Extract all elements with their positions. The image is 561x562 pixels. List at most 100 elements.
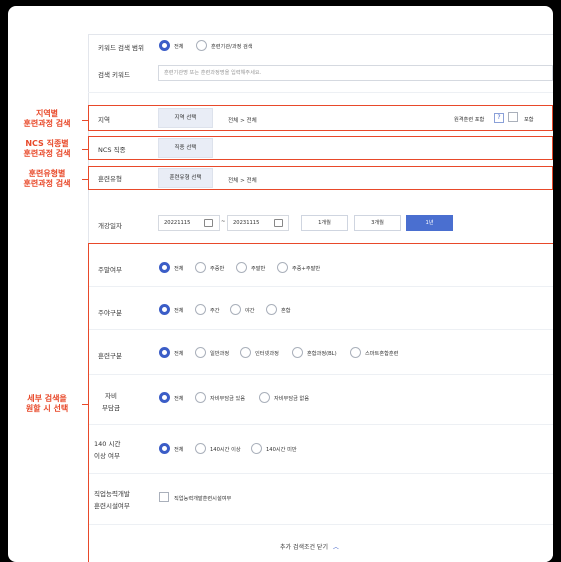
daynight-label: 주야구분 — [98, 309, 122, 317]
training-kind-blended-label: 혼합과정(BL) — [307, 351, 337, 357]
divider — [89, 374, 553, 375]
date-range-tilde: ~ — [221, 219, 226, 225]
training-type-value: 전체 > 전체 — [228, 178, 257, 184]
region-select-button[interactable]: 지역 선택 — [158, 108, 213, 128]
weekend-both-label: 주중+주말반 — [292, 266, 321, 272]
annotation-line: 훈련과정 검색 — [23, 119, 71, 128]
daynight-day-label: 주간 — [210, 308, 220, 314]
remote-include-label: 포함 — [524, 117, 534, 123]
divider — [89, 524, 553, 525]
keyword-scope-institution-radio[interactable] — [196, 40, 207, 51]
keyword-scope-all-label: 전체 — [174, 44, 184, 50]
connector-line — [82, 120, 88, 121]
hours140-label-line: 140 시간 — [94, 440, 121, 448]
daynight-all-radio[interactable] — [159, 304, 170, 315]
self-pay-yes-label: 자비부담금 있음 — [210, 396, 246, 402]
start-date-label: 개강일자 — [98, 222, 122, 230]
self-pay-label-line: 자비 — [105, 392, 117, 400]
hours140-under-label: 140시간 미만 — [266, 447, 297, 453]
connector-line — [82, 179, 88, 180]
region-annotation: 지역별 훈련과정 검색 — [8, 109, 86, 129]
hours140-under-radio[interactable] — [251, 443, 262, 454]
training-kind-general-label: 일반과정 — [210, 351, 230, 357]
ncs-select-button[interactable]: 직종 선택 — [158, 138, 213, 158]
connector-line — [82, 149, 88, 150]
chevron-up-icon: ︿ — [332, 544, 339, 551]
training-kind-general-radio[interactable] — [195, 347, 206, 358]
period-3-month-button[interactable]: 3개월 — [354, 215, 401, 231]
daynight-night-radio[interactable] — [230, 304, 241, 315]
facility-label-line: 훈련시설여부 — [94, 502, 130, 510]
divider — [89, 424, 553, 425]
self-pay-yes-radio[interactable] — [195, 392, 206, 403]
self-pay-label-line: 부담금 — [102, 404, 120, 412]
training-type-select-button[interactable]: 훈련유형 선택 — [158, 168, 213, 188]
training-kind-blended-radio[interactable] — [292, 347, 303, 358]
start-date-to-value: 20231115 — [233, 220, 260, 226]
daynight-all-label: 전체 — [174, 308, 184, 314]
period-1-year-button[interactable]: 1년 — [406, 215, 453, 231]
hours140-label: 140 시간 이상 여부 — [94, 438, 120, 460]
hours140-over-label: 140시간 이상 — [210, 447, 241, 453]
training-kind-internet-radio[interactable] — [240, 347, 251, 358]
screenshot-frame: 키워드 검색 범위 전체 훈련기관/과정 검색 검색 키워드 훈련기관명 또는 … — [8, 6, 553, 562]
facility-checkbox-label: 직업능력개발훈련시설여부 — [174, 496, 232, 502]
connector-line — [82, 404, 88, 405]
annotation-line: 원할 시 선택 — [25, 404, 69, 413]
weekend-label: 주말여부 — [98, 266, 122, 274]
weekend-all-radio[interactable] — [159, 262, 170, 273]
weekend-weekend-radio[interactable] — [236, 262, 247, 273]
annotation-line: 훈련유형별 — [28, 169, 66, 178]
self-pay-all-radio[interactable] — [159, 392, 170, 403]
weekend-weekday-radio[interactable] — [195, 262, 206, 273]
daynight-night-label: 야간 — [245, 308, 255, 314]
weekend-weekend-label: 주말반 — [251, 266, 266, 272]
hours140-over-radio[interactable] — [195, 443, 206, 454]
keyword-scope-label: 키워드 검색 범위 — [98, 44, 144, 52]
remote-training-label: 원격훈련 포함 — [454, 117, 485, 123]
hours140-all-radio[interactable] — [159, 443, 170, 454]
weekend-both-radio[interactable] — [277, 262, 288, 273]
facility-checkbox[interactable] — [159, 492, 169, 502]
annotation-line: 지역별 — [35, 109, 59, 118]
divider — [88, 92, 553, 93]
facility-label-line: 직업능력개발 — [94, 490, 130, 498]
annotation-line: 훈련과정 검색 — [23, 149, 71, 158]
start-date-from-value: 20221115 — [164, 220, 191, 226]
daynight-mixed-radio[interactable] — [266, 304, 277, 315]
daynight-day-radio[interactable] — [195, 304, 206, 315]
training-kind-smart-radio[interactable] — [350, 347, 361, 358]
weekend-all-label: 전체 — [174, 266, 184, 272]
self-pay-no-label: 자비부담금 없음 — [274, 396, 310, 402]
keyword-scope-all-radio[interactable] — [159, 40, 170, 51]
weekend-weekday-label: 주중반 — [210, 266, 225, 272]
keyword-input[interactable]: 훈련기관명 또는 훈련과정명을 입력해주세요. — [158, 65, 553, 81]
hours140-all-label: 전체 — [174, 447, 184, 453]
training-kind-label: 훈련구분 — [98, 352, 122, 360]
period-1-month-button[interactable]: 1개월 — [301, 215, 348, 231]
divider — [89, 473, 553, 474]
self-pay-all-label: 전체 — [174, 396, 184, 402]
self-pay-no-radio[interactable] — [259, 392, 270, 403]
calendar-icon[interactable] — [274, 219, 283, 227]
training-kind-all-label: 전체 — [174, 351, 184, 357]
annotation-line: 훈련과정 검색 — [23, 179, 71, 188]
help-icon[interactable]: ? — [494, 113, 504, 123]
detail-annotation: 세부 검색을 원할 시 선택 — [8, 394, 86, 414]
daynight-mixed-label: 혼합 — [281, 308, 291, 314]
collapse-conditions-button[interactable]: 추가 검색조건 닫기 ︿ — [280, 542, 339, 551]
calendar-icon[interactable] — [204, 219, 213, 227]
divider — [89, 286, 553, 287]
training-type-label: 훈련유형 — [98, 175, 122, 183]
remote-include-checkbox[interactable] — [508, 112, 518, 122]
region-value: 전체 > 전체 — [228, 118, 257, 124]
keyword-scope-institution-label: 훈련기관/과정 검색 — [211, 44, 253, 50]
region-label: 지역 — [98, 116, 110, 124]
annotation-line: 세부 검색을 — [27, 394, 67, 403]
training-kind-smart-label: 스마트혼합훈련 — [365, 351, 399, 357]
detail-search-highlight-box — [88, 243, 553, 562]
training-kind-all-radio[interactable] — [159, 347, 170, 358]
self-pay-label: 자비 부담금 — [100, 390, 122, 412]
ncs-label: NCS 직종 — [98, 146, 126, 154]
divider — [89, 329, 553, 330]
